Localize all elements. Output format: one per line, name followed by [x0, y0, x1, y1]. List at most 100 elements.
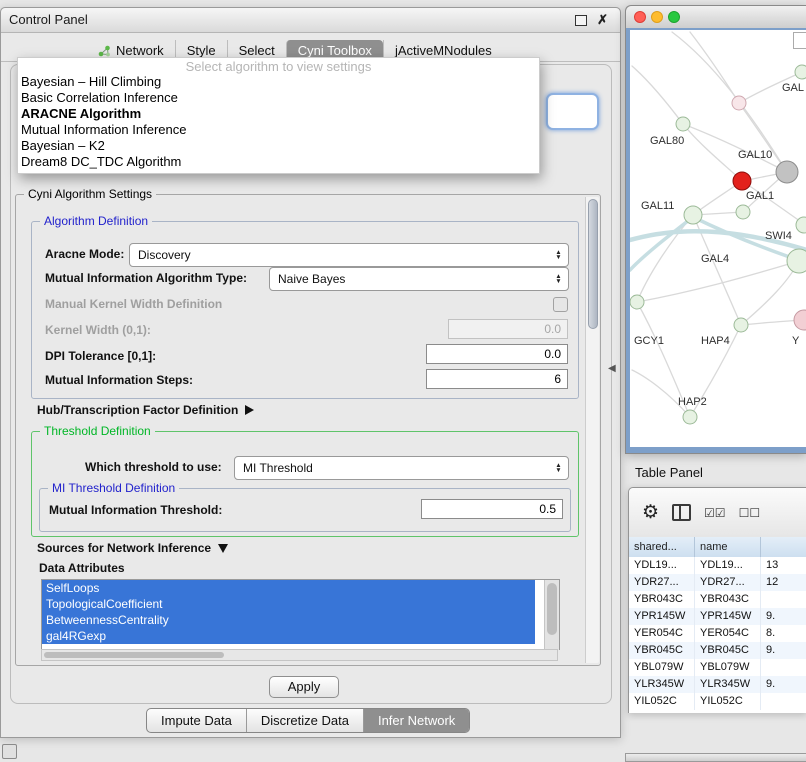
- table-row[interactable]: YBR045CYBR045C9.: [629, 642, 806, 659]
- network-node[interactable]: [630, 295, 644, 309]
- attributes-hscrollbar[interactable]: [41, 649, 558, 661]
- network-edge[interactable]: [632, 66, 683, 124]
- tab-label: Select: [239, 43, 275, 58]
- combo-value: Naive Bayes: [270, 272, 551, 286]
- table-row[interactable]: YBR043CYBR043C: [629, 591, 806, 608]
- settings-scrollbar[interactable]: [585, 197, 599, 663]
- network-scrollbar[interactable]: [793, 32, 806, 49]
- combo-value: MI Threshold: [235, 461, 551, 475]
- network-graph[interactable]: GALGAL80GAL10GAL11GAL1SWI4GAL4GCY1HAP4YH…: [630, 30, 806, 447]
- table-cell: YDL19...: [629, 557, 695, 574]
- table-row[interactable]: YBL079WYBL079W: [629, 659, 806, 676]
- control-panel-titlebar[interactable]: Control Panel ✗: [1, 8, 620, 33]
- network-node[interactable]: [787, 249, 806, 273]
- data-attributes-label: Data Attributes: [39, 561, 125, 575]
- network-window-titlebar[interactable]: [626, 6, 806, 29]
- bottom-tab-impute-data[interactable]: Impute Data: [147, 709, 246, 732]
- attributes-scrollbar[interactable]: [544, 580, 559, 650]
- network-node[interactable]: [684, 206, 702, 224]
- algorithm-option-basic-correlation-inference[interactable]: Basic Correlation Inference: [18, 90, 539, 106]
- table-cell: YBR043C: [695, 591, 761, 608]
- algorithm-option-bayesian-hill-climbing[interactable]: Bayesian – Hill Climbing: [18, 74, 539, 90]
- column-header-shared[interactable]: shared...: [629, 537, 695, 557]
- table-cell: 13: [761, 557, 806, 574]
- table-cell: YBR043C: [629, 591, 695, 608]
- panel-collapse-arrow[interactable]: ◀: [608, 363, 616, 374]
- table-row[interactable]: YIL052CYIL052C: [629, 693, 806, 710]
- network-edge[interactable]: [630, 217, 693, 270]
- table-row[interactable]: YDL19...YDL19...13: [629, 557, 806, 574]
- sources-toggle[interactable]: Sources for Network Inference: [37, 541, 228, 555]
- hub-section-toggle[interactable]: Hub/Transcription Factor Definition: [37, 403, 254, 417]
- algorithm-option-dream8-dc-tdc-algorithm[interactable]: Dream8 DC_TDC Algorithm: [18, 154, 539, 170]
- network-edge[interactable]: [741, 261, 799, 325]
- minimized-panel-icon[interactable]: [2, 744, 17, 759]
- table-row[interactable]: YDR27...YDR27...12: [629, 574, 806, 591]
- network-edge[interactable]: [637, 215, 693, 302]
- column-chooser-icon[interactable]: [672, 504, 691, 521]
- attribute-item-gal4rgexp[interactable]: gal4RGexp: [42, 628, 535, 644]
- algorithm-option-mutual-information-inference[interactable]: Mutual Information Inference: [18, 122, 539, 138]
- dpi-tolerance-field[interactable]: [426, 344, 568, 364]
- attributes-list[interactable]: SelfLoopsTopologicalCoefficientBetweenne…: [41, 579, 560, 650]
- table-cell: YPR145W: [695, 608, 761, 625]
- scrollbar-thumb[interactable]: [44, 652, 224, 658]
- scrollbar-thumb[interactable]: [588, 199, 598, 329]
- network-edge[interactable]: [683, 124, 742, 181]
- select-all-icon[interactable]: ☑☑: [704, 506, 726, 520]
- bottom-tab-discretize-data[interactable]: Discretize Data: [246, 709, 363, 732]
- mi-steps-field[interactable]: [426, 369, 568, 389]
- manual-kernel-checkbox[interactable]: [553, 297, 568, 312]
- table-panel-title: Table Panel: [635, 465, 703, 480]
- aracne-mode-combo[interactable]: Discovery ▲▼: [129, 243, 569, 267]
- close-icon[interactable]: ✗: [597, 12, 608, 28]
- network-view-window: GALGAL80GAL10GAL11GAL1SWI4GAL4GCY1HAP4YH…: [625, 5, 806, 454]
- network-node[interactable]: [732, 96, 746, 110]
- attribute-item-betweennesscentrality[interactable]: BetweennessCentrality: [42, 612, 535, 628]
- network-edge[interactable]: [637, 261, 799, 302]
- gear-icon[interactable]: ⚙: [642, 503, 659, 522]
- network-node[interactable]: [776, 161, 798, 183]
- table-row[interactable]: YPR145WYPR145W9.: [629, 608, 806, 625]
- group-title: Threshold Definition: [40, 424, 155, 439]
- network-node-label: HAP2: [678, 396, 707, 408]
- table-cell: YPR145W: [629, 608, 695, 625]
- network-node-label: HAP4: [701, 335, 730, 347]
- scrollbar-thumb[interactable]: [547, 583, 557, 635]
- which-threshold-combo[interactable]: MI Threshold ▲▼: [234, 456, 569, 480]
- table-cell: YDR27...: [695, 574, 761, 591]
- bottom-tab-infer-network[interactable]: Infer Network: [363, 709, 469, 732]
- network-node-label: GAL4: [701, 253, 729, 265]
- algorithm-dropdown: Select algorithm to view settings Bayesi…: [17, 57, 540, 174]
- network-node[interactable]: [733, 172, 751, 190]
- table-row[interactable]: YER054CYER054C8.: [629, 625, 806, 642]
- zoom-button[interactable]: [668, 11, 680, 23]
- network-node[interactable]: [736, 205, 750, 219]
- kernel-width-field[interactable]: [448, 319, 568, 339]
- table-row[interactable]: YLR345WYLR345W9.: [629, 676, 806, 693]
- column-header-col3[interactable]: [761, 537, 806, 557]
- apply-button[interactable]: Apply: [269, 676, 339, 698]
- network-node[interactable]: [683, 410, 697, 424]
- network-node[interactable]: [795, 65, 806, 79]
- close-button[interactable]: [634, 11, 646, 23]
- mi-algorithm-type-combo[interactable]: Naive Bayes ▲▼: [269, 267, 569, 291]
- attribute-item-topologicalcoefficient[interactable]: TopologicalCoefficient: [42, 596, 535, 612]
- network-node[interactable]: [794, 310, 806, 330]
- table-cell: [761, 659, 806, 676]
- network-edge[interactable]: [632, 370, 690, 417]
- float-window-icon[interactable]: [575, 15, 587, 26]
- network-node[interactable]: [676, 117, 690, 131]
- dropdown-options: Bayesian – Hill ClimbingBasic Correlatio…: [18, 74, 539, 170]
- network-canvas[interactable]: GALGAL80GAL10GAL11GAL1SWI4GAL4GCY1HAP4YH…: [626, 28, 806, 453]
- deselect-all-icon[interactable]: ☐☐: [739, 506, 761, 520]
- mi-threshold-field[interactable]: [421, 499, 563, 519]
- column-header-name[interactable]: name: [695, 537, 761, 557]
- minimize-button[interactable]: [651, 11, 663, 23]
- network-node[interactable]: [734, 318, 748, 332]
- algorithm-select-box[interactable]: [546, 93, 599, 130]
- algorithm-option-bayesian-k2[interactable]: Bayesian – K2: [18, 138, 539, 154]
- attribute-item-selfloops[interactable]: SelfLoops: [42, 580, 535, 596]
- tab-label: Network: [116, 43, 164, 58]
- algorithm-option-aracne-algorithm[interactable]: ARACNE Algorithm: [18, 106, 539, 122]
